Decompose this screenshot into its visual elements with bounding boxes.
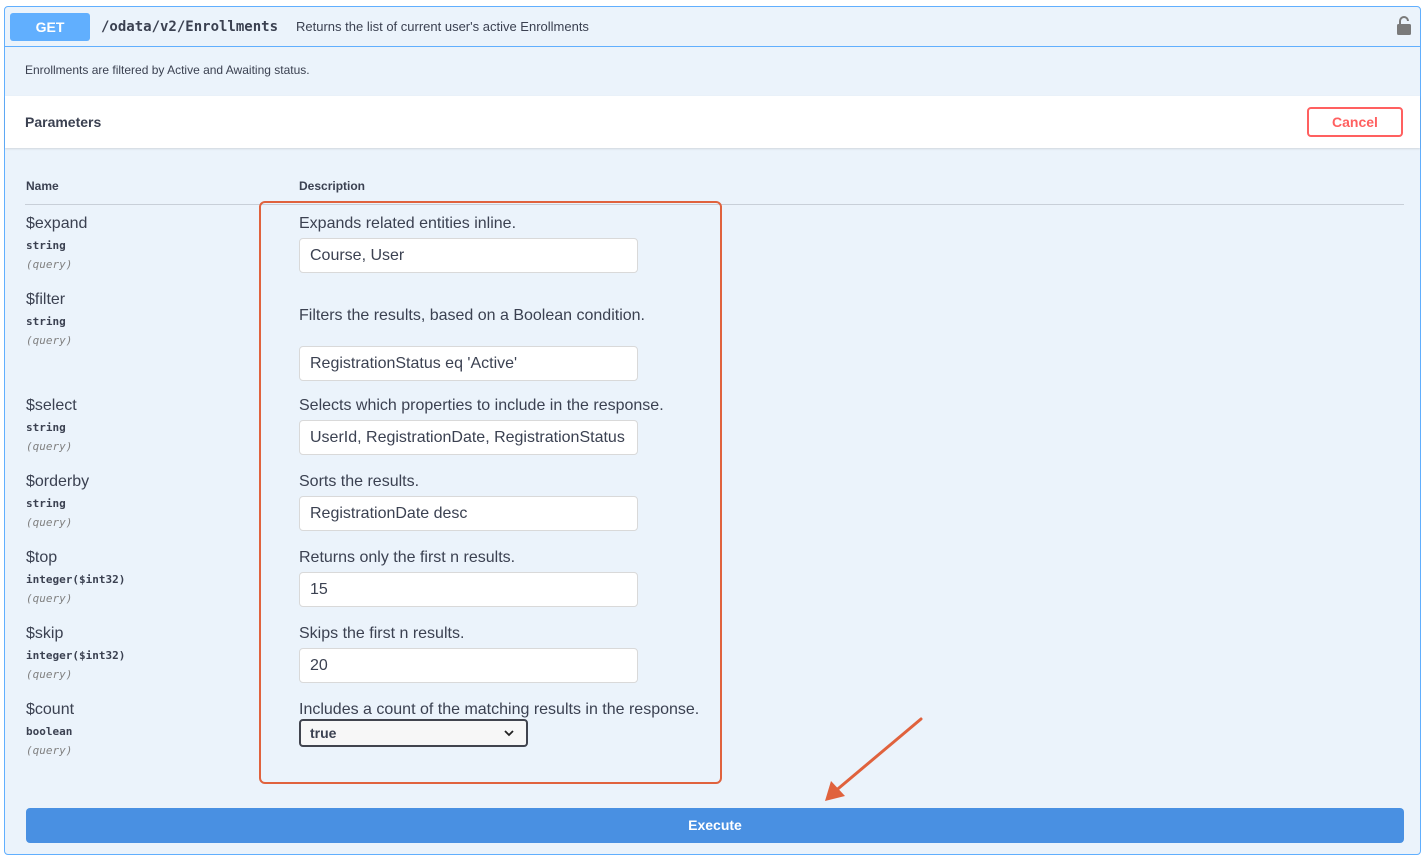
param-name-filter: $filter [26,291,66,308]
parameters-title: Parameters [25,114,102,130]
param-desc-skip: Skips the first n results. [299,625,465,642]
param-in-top: (query) [26,592,73,605]
param-type-skip: integer($int32) [26,649,126,662]
annotation-highlight-box [259,201,722,784]
annotation-arrow-icon [825,717,923,801]
column-header-name: Name [26,179,59,193]
param-in-count: (query) [26,744,73,757]
chevron-down-icon [504,730,514,737]
param-type-expand: string [26,239,66,252]
endpoint-path: /odata/v2/Enrollments [101,19,279,35]
param-in-expand: (query) [26,258,73,271]
param-type-orderby: string [26,497,66,510]
orderby-input[interactable]: RegistrationDate desc [299,496,638,531]
param-desc-top: Returns only the first n results. [299,549,516,566]
parameters-header: Parameters Cancel [5,96,1420,148]
param-name-skip: $skip [26,625,64,642]
top-input[interactable]: 15 [299,572,638,607]
param-desc-select: Selects which properties to include in t… [299,397,664,414]
expand-input[interactable]: Course, User [299,238,638,273]
param-desc-expand: Expands related entities inline. [299,215,517,232]
param-type-count: boolean [26,725,73,738]
param-type-top: integer($int32) [26,573,126,586]
param-in-orderby: (query) [26,516,73,529]
operation-description: Enrollments are filtered by Active and A… [25,63,310,77]
http-method-badge: GET [10,13,90,41]
param-in-filter: (query) [26,334,73,347]
param-desc-count: Includes a count of the matching results… [299,701,700,718]
param-desc-orderby: Sorts the results. [299,473,420,490]
param-name-orderby: $orderby [26,473,90,490]
param-type-filter: string [26,315,66,328]
column-header-description: Description [299,179,366,193]
select-input[interactable]: UserId, RegistrationDate, RegistrationSt… [299,420,638,455]
skip-input[interactable]: 20 [299,648,638,683]
count-select-value: true [310,725,337,741]
param-in-skip: (query) [26,668,73,681]
operation-summary[interactable]: GET /odata/v2/Enrollments Returns the li… [5,7,1420,47]
param-name-select: $select [26,397,77,414]
operation-summary-text: Returns the list of current user's activ… [296,19,589,34]
operation-block: GET /odata/v2/Enrollments Returns the li… [4,6,1421,855]
header-divider [25,204,1404,205]
filter-input[interactable]: RegistrationStatus eq 'Active' [299,346,638,381]
count-select[interactable]: true [299,719,528,747]
param-desc-filter: Filters the results, based on a Boolean … [299,307,645,324]
param-name-top: $top [26,549,58,566]
execute-button[interactable]: Execute [26,808,1404,843]
param-in-select: (query) [26,440,73,453]
param-name-count: $count [26,701,75,718]
param-name-expand: $expand [26,215,88,232]
lock-icon[interactable] [1396,16,1412,36]
cancel-button[interactable]: Cancel [1307,107,1403,137]
param-type-select: string [26,421,66,434]
